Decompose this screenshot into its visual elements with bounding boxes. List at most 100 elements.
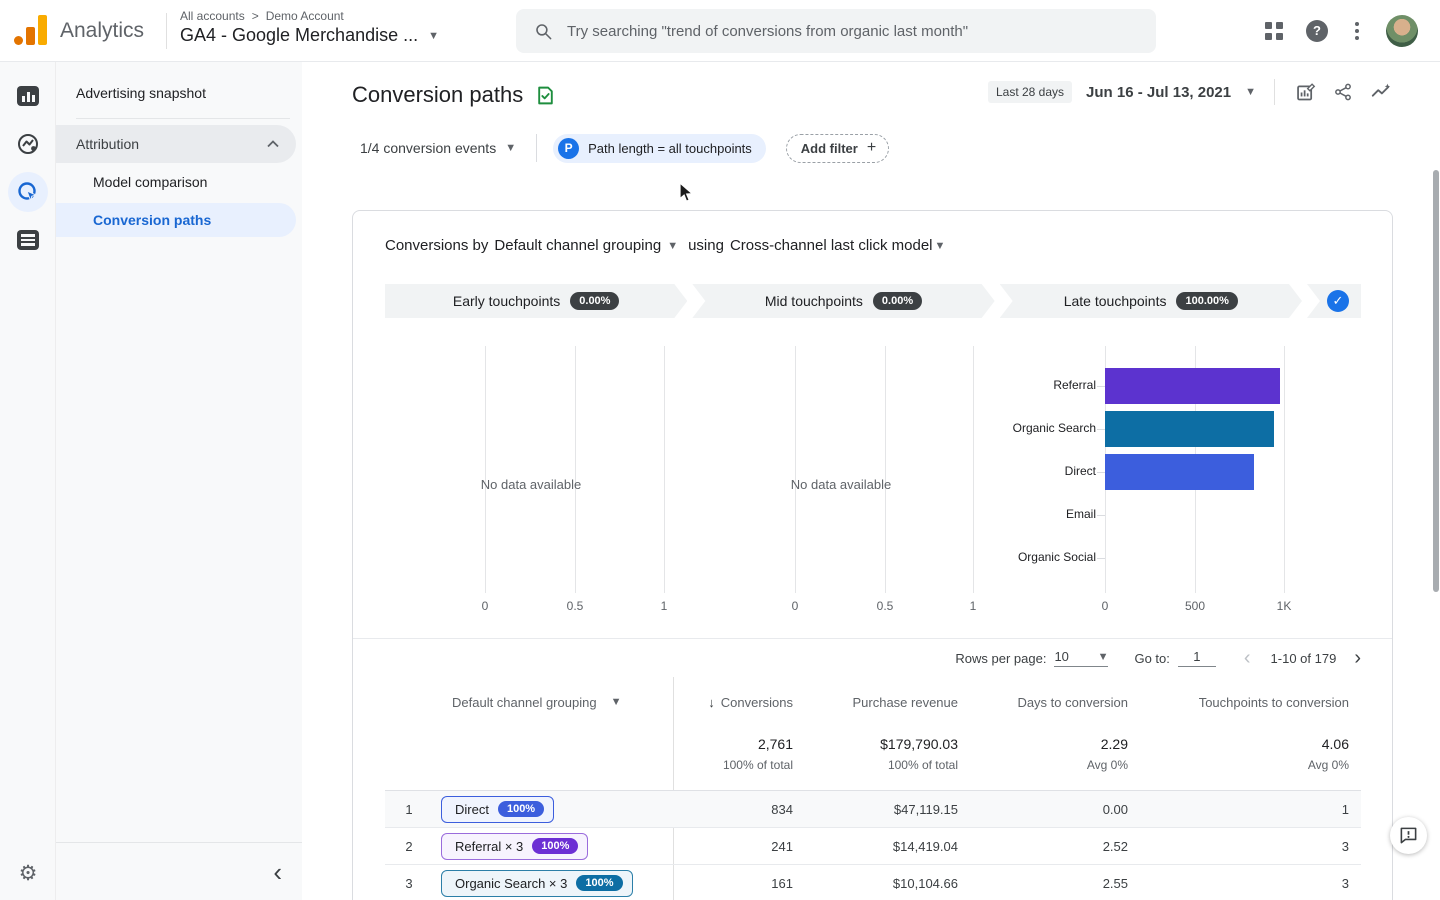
stage-complete-check-icon[interactable]: ✓ xyxy=(1327,290,1349,312)
sidebar-item-model-comparison[interactable]: Model comparison xyxy=(56,163,302,201)
stage-label: Mid touchpoints xyxy=(765,293,863,309)
breadcrumb-accounts[interactable]: All accounts xyxy=(180,9,245,23)
chart-gridline xyxy=(575,346,576,593)
card-header-middle: using xyxy=(688,237,724,254)
feedback-button[interactable] xyxy=(1390,817,1427,854)
axis-tick-label: 0 xyxy=(463,599,507,613)
channel-chip[interactable]: Organic Search × 3 100% xyxy=(441,870,633,897)
advertising-sidenav: Advertising snapshot Attribution Model c… xyxy=(56,62,302,900)
vertical-scrollbar[interactable] xyxy=(1433,170,1439,592)
next-page-icon[interactable]: › xyxy=(1354,647,1361,670)
row-index: 3 xyxy=(385,876,433,891)
sidebar-section-attribution[interactable]: Attribution xyxy=(56,125,296,163)
customize-report-icon[interactable] xyxy=(1293,80,1317,104)
path-filter-badge: P xyxy=(558,138,579,159)
dimension-column-header[interactable]: Default channel grouping ▼ xyxy=(433,695,673,710)
chart-gridline xyxy=(485,346,486,593)
nav-advertising-icon-selected[interactable] xyxy=(0,168,56,216)
stage-percentage-badge: 0.00% xyxy=(570,292,619,310)
logo-tall-bar-icon xyxy=(38,15,47,45)
icon-rail: ⚙ xyxy=(0,62,56,900)
model-dropdown[interactable]: Cross-channel last click model xyxy=(730,237,933,254)
bar-referral[interactable] xyxy=(1105,368,1280,404)
dimension-dropdown[interactable]: Default channel grouping xyxy=(494,237,661,254)
cell-conversions: 241 xyxy=(673,839,801,854)
table-row-1[interactable]: 1Direct100%834$47,119.150.001 xyxy=(385,791,1361,828)
channel-percentage-badge: 100% xyxy=(576,875,622,891)
add-filter-button[interactable]: Add filter + xyxy=(786,134,889,163)
channel-percentage-badge: 100% xyxy=(498,801,544,817)
cell-days: 2.55 xyxy=(966,876,1136,891)
touchpoints-column-header[interactable]: Touchpoints to conversion xyxy=(1136,695,1363,710)
page-title: Conversion paths xyxy=(352,82,523,108)
goto-page-input[interactable]: 1 xyxy=(1178,649,1216,667)
table-totals-row: 2,761 100% of total $179,790.03 100% of … xyxy=(385,727,1361,791)
logo-dot-icon xyxy=(14,36,23,45)
conversions-column-header[interactable]: ↓Conversions xyxy=(673,695,801,710)
nav-reports-icon[interactable] xyxy=(0,72,56,120)
sidebar-divider xyxy=(76,118,290,119)
rows-per-page-select[interactable]: 10 ▼ xyxy=(1054,649,1108,667)
date-chevron-down-icon[interactable]: ▼ xyxy=(1245,86,1256,98)
channel-chip[interactable]: Referral × 3100% xyxy=(441,833,588,860)
channel-label: Organic Search × 3 xyxy=(455,876,567,891)
mouse-cursor xyxy=(678,182,694,208)
cell-touchpoints: 3 xyxy=(1136,876,1363,891)
add-filter-label: Add filter xyxy=(801,141,858,156)
bar-organic-search[interactable] xyxy=(1105,411,1274,447)
stage-label: Late touchpoints xyxy=(1064,293,1167,309)
chart-gridline xyxy=(664,346,665,593)
category-tick xyxy=(1097,429,1105,430)
channel-label: Referral × 3 xyxy=(455,839,523,854)
property-name[interactable]: GA4 - Google Merchandise ... xyxy=(180,25,418,46)
category-tick xyxy=(1097,558,1105,559)
search-input[interactable] xyxy=(567,23,1127,40)
stage-label: Early touchpoints xyxy=(453,293,560,309)
bar-category-label: Organic Search xyxy=(885,421,1096,435)
chevron-down-icon: ▼ xyxy=(428,30,439,42)
sidebar-item-advertising-snapshot[interactable]: Advertising snapshot xyxy=(56,74,302,112)
stage-segment-1[interactable]: Early touchpoints 0.00% xyxy=(385,284,687,318)
axis-tick-label: 0 xyxy=(1083,599,1127,613)
revenue-column-header[interactable]: Purchase revenue xyxy=(801,695,966,710)
breadcrumb-account[interactable]: Demo Account xyxy=(266,9,344,23)
bar-direct[interactable] xyxy=(1105,454,1254,490)
stage-segment-3[interactable]: Late touchpoints100.00% xyxy=(1000,284,1302,318)
apps-grid-icon[interactable] xyxy=(1265,22,1283,40)
cell-touchpoints: 1 xyxy=(1136,802,1363,817)
dimension-chevron-down-icon[interactable]: ▼ xyxy=(667,240,678,252)
avatar[interactable] xyxy=(1386,15,1418,47)
model-chevron-down-icon[interactable]: ▼ xyxy=(935,240,946,252)
collapse-sidebar-icon[interactable]: ‹ xyxy=(273,859,282,885)
table-row-2[interactable]: 2Referral × 3100%241$14,419.042.523 xyxy=(385,828,1361,865)
account-switcher[interactable]: All accounts > Demo Account GA4 - Google… xyxy=(180,9,439,46)
channel-chip[interactable]: Direct100% xyxy=(441,796,554,823)
chevron-up-icon xyxy=(266,139,280,149)
row-index: 2 xyxy=(385,839,433,854)
axis-tick-label: 500 xyxy=(1173,599,1217,613)
dimension-header-chevron-icon: ▼ xyxy=(611,696,622,708)
previous-page-icon[interactable]: ‹ xyxy=(1244,647,1251,670)
total-days: 2.29 xyxy=(966,736,1128,752)
more-menu-icon[interactable] xyxy=(1351,22,1363,40)
conversion-events-dropdown[interactable]: 1/4 conversion events ▼ xyxy=(360,140,516,156)
settings-gear-icon[interactable]: ⚙ xyxy=(0,861,56,886)
date-range-selector[interactable]: Jun 16 - Jul 13, 2021 xyxy=(1086,84,1231,101)
days-column-header[interactable]: Days to conversion xyxy=(966,695,1136,710)
stage-segment-2[interactable]: Mid touchpoints0.00% xyxy=(692,284,994,318)
category-tick xyxy=(1097,472,1105,473)
axis-tick-label: 1 xyxy=(642,599,686,613)
table-row-3[interactable]: 3Organic Search × 3100%161$10,104.662.55… xyxy=(385,865,1361,900)
analytics-logo[interactable]: Analytics xyxy=(14,15,144,45)
path-length-filter-chip[interactable]: P Path length = all touchpoints xyxy=(553,134,766,163)
insights-icon[interactable] xyxy=(1369,80,1393,104)
data-quality-icon[interactable] xyxy=(535,85,556,106)
share-icon[interactable] xyxy=(1331,80,1355,104)
nav-library-icon[interactable] xyxy=(0,216,56,264)
bar-category-label: Direct xyxy=(885,464,1096,478)
help-icon[interactable]: ? xyxy=(1306,20,1328,42)
sidebar-item-conversion-paths[interactable]: Conversion paths xyxy=(56,203,296,237)
search-bar[interactable] xyxy=(516,9,1156,53)
no-data-message: No data available xyxy=(441,477,621,492)
nav-explore-icon[interactable] xyxy=(0,120,56,168)
